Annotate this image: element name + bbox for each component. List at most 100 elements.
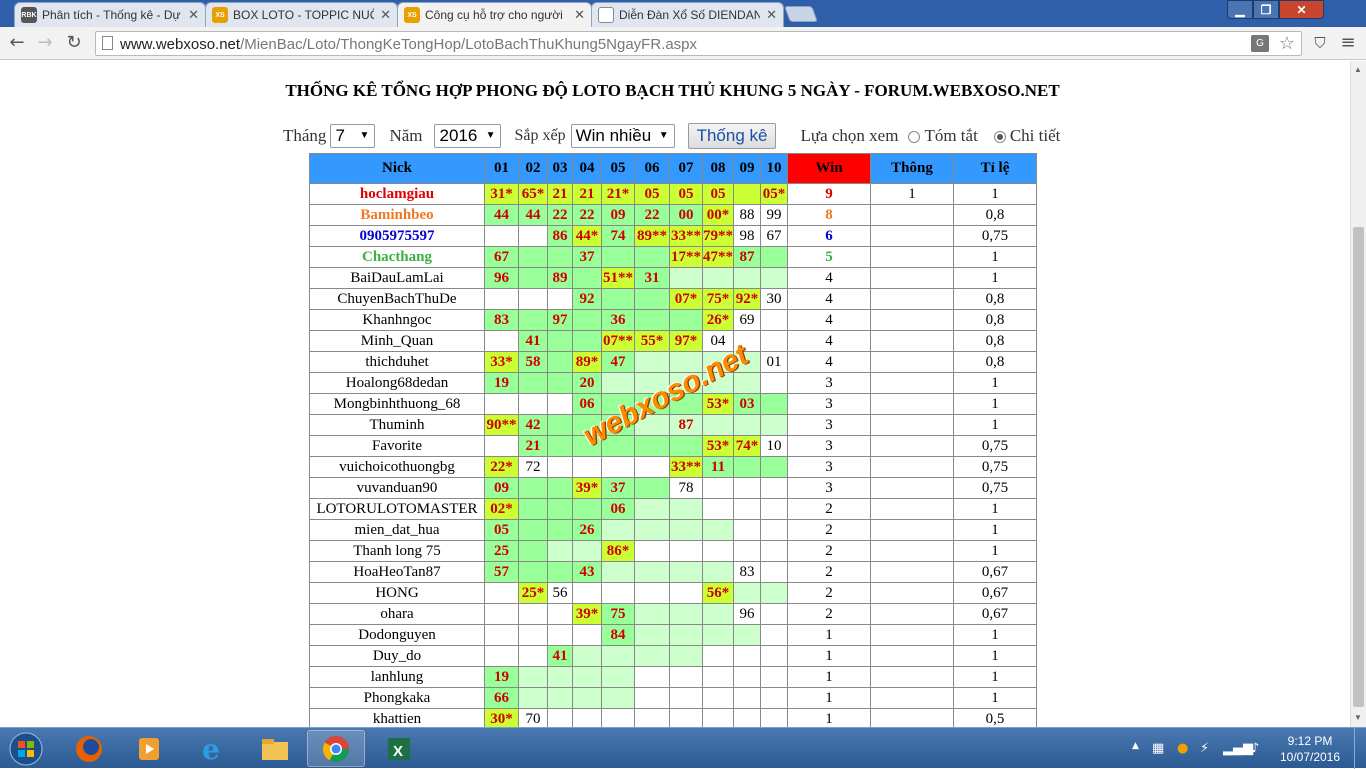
day-cell — [572, 687, 602, 709]
view-summary-option[interactable]: Tóm tắt — [908, 126, 978, 146]
scrollbar-thumb[interactable] — [1353, 227, 1364, 707]
forward-arrow-icon[interactable]: → — [33, 32, 57, 54]
day-cell: 57 — [484, 561, 519, 583]
tab-dien-dan[interactable]: Diễn Đàn Xổ Số DIENDAN ✕ — [591, 2, 784, 27]
win-cell: 1 — [787, 666, 871, 688]
start-button[interactable] — [3, 729, 49, 769]
xs-favicon-icon: XS — [404, 7, 420, 23]
nick-cell[interactable]: Dodonguyen — [309, 624, 485, 646]
nick-cell[interactable]: LOTORULOTOMASTER — [309, 498, 485, 520]
close-tab-icon[interactable]: ✕ — [574, 7, 585, 23]
close-tab-icon[interactable]: ✕ — [380, 7, 391, 23]
day-cell — [760, 666, 788, 688]
year-select[interactable]: 2016 ▼ — [434, 124, 502, 148]
nick-cell[interactable]: 0905975597 — [309, 225, 485, 247]
internet-explorer-icon[interactable]: e — [184, 730, 242, 767]
excel-icon[interactable]: X — [370, 730, 428, 767]
reload-icon[interactable]: ↻ — [62, 32, 86, 54]
back-arrow-icon[interactable]: ← — [5, 32, 29, 54]
nick-cell[interactable]: Duy_do — [309, 645, 485, 667]
radio-detail[interactable] — [993, 131, 1006, 144]
nick-cell[interactable]: Baminhbeo — [309, 204, 485, 226]
restore-icon[interactable]: ❐ — [1253, 0, 1279, 19]
month-select[interactable]: 7 ▼ — [330, 124, 376, 148]
chrome-icon[interactable] — [307, 730, 365, 767]
tab-box-loto[interactable]: XS BOX LOTO - TOPPIC NUÔ ✕ — [205, 2, 398, 27]
translate-icon[interactable]: G — [1251, 35, 1269, 52]
nick-cell[interactable]: Phongkaka — [309, 687, 485, 709]
signal-icon[interactable]: ▂▄▆ — [1223, 741, 1253, 756]
tab-phan-tich[interactable]: RBK Phân tích - Thống kê - Dự ✕ — [14, 2, 206, 27]
sort-select[interactable]: Win nhiều ▼ — [570, 124, 675, 148]
minimize-icon[interactable]: ▁ — [1227, 0, 1253, 19]
nick-cell[interactable]: BaiDauLamLai — [309, 267, 485, 289]
nick-cell[interactable]: HONG — [309, 582, 485, 604]
tab-title: Diễn Đàn Xổ Số DIENDAN — [619, 8, 761, 22]
day-cell: 83 — [484, 309, 519, 331]
file-explorer-icon[interactable] — [246, 730, 304, 767]
tile-cell: 0,75 — [953, 477, 1037, 499]
tile-cell: 0,67 — [953, 582, 1037, 604]
nick-cell[interactable]: Thanh long 75 — [309, 540, 485, 562]
table-row: Phongkaka 66 1 1 — [309, 687, 1037, 709]
power-icon[interactable]: ⚡ — [1200, 741, 1209, 756]
day-cell — [702, 498, 734, 520]
system-clock[interactable]: 9:12 PM 10/07/2016 — [1272, 733, 1348, 765]
close-tab-icon[interactable]: ✕ — [766, 7, 777, 23]
address-bar[interactable]: www.webxoso.net/MienBac/Loto/ThongKeTong… — [95, 31, 1302, 56]
security-icon[interactable]: ● — [1177, 741, 1188, 756]
nick-cell[interactable]: khattien — [309, 708, 485, 727]
nick-cell[interactable]: vuvanduan90 — [309, 477, 485, 499]
scroll-down-icon[interactable]: ▼ — [1354, 713, 1362, 722]
day-cell: 21 — [547, 183, 573, 205]
nick-cell[interactable]: HoaHeoTan87 — [309, 561, 485, 583]
menu-icon[interactable]: ≡ — [1336, 32, 1360, 54]
tab-cong-cu[interactable]: XS Công cụ hỗ trợ cho người ✕ — [397, 2, 592, 27]
nick-cell[interactable]: Favorite — [309, 435, 485, 457]
day-cell — [484, 393, 519, 415]
header-day: 08 — [702, 153, 734, 184]
nick-cell[interactable]: thichduhet — [309, 351, 485, 373]
scroll-up-icon[interactable]: ▲ — [1354, 65, 1362, 74]
nick-cell[interactable]: vuichoicothuongbg — [309, 456, 485, 478]
bookmark-star-icon[interactable]: ☆ — [1279, 33, 1295, 54]
nick-cell[interactable]: Mongbinhthuong_68 — [309, 393, 485, 415]
day-cell — [760, 561, 788, 583]
nick-cell[interactable]: Thuminh — [309, 414, 485, 436]
radio-summary[interactable] — [908, 131, 921, 144]
day-cell — [702, 372, 734, 394]
firefox-icon[interactable] — [60, 730, 118, 767]
day-cell — [702, 267, 734, 289]
media-player-icon[interactable] — [120, 730, 178, 767]
close-window-icon[interactable]: ✕ — [1279, 0, 1324, 19]
nick-cell[interactable]: Chacthang — [309, 246, 485, 268]
win-cell: 2 — [787, 519, 871, 541]
submit-button[interactable]: Thống kê — [687, 123, 777, 149]
day-cell: 44* — [572, 225, 602, 247]
shield-icon[interactable]: ⛉ — [1308, 32, 1332, 54]
new-tab-button[interactable] — [784, 6, 818, 22]
network-icon[interactable]: ▦ — [1152, 741, 1164, 756]
nick-cell[interactable]: Hoalong68dedan — [309, 372, 485, 394]
day-cell: 65* — [518, 183, 548, 205]
nick-cell[interactable]: ohara — [309, 603, 485, 625]
day-cell — [702, 645, 734, 667]
view-detail-option[interactable]: Chi tiết — [993, 126, 1060, 146]
vertical-scrollbar[interactable]: ▲ ▼ — [1350, 61, 1366, 727]
close-tab-icon[interactable]: ✕ — [188, 7, 199, 23]
nick-cell[interactable]: lanhlung — [309, 666, 485, 688]
nick-cell[interactable]: Khanhngoc — [309, 309, 485, 331]
nick-cell[interactable]: ChuyenBachThuDe — [309, 288, 485, 310]
day-cell — [760, 372, 788, 394]
show-hidden-icons[interactable]: ▲ — [1132, 741, 1139, 751]
nick-cell[interactable]: mien_dat_hua — [309, 519, 485, 541]
day-cell — [634, 393, 670, 415]
table-row: ohara 39* 75 96 2 0,67 — [309, 603, 1037, 625]
nick-cell[interactable]: Minh_Quan — [309, 330, 485, 352]
day-cell — [733, 582, 761, 604]
nick-cell[interactable]: hoclamgiau — [309, 183, 485, 205]
tile-cell: 0,8 — [953, 204, 1037, 226]
day-cell: 04 — [702, 330, 734, 352]
show-desktop-button[interactable] — [1354, 728, 1366, 769]
volume-icon[interactable]: ♪ — [1251, 741, 1259, 756]
